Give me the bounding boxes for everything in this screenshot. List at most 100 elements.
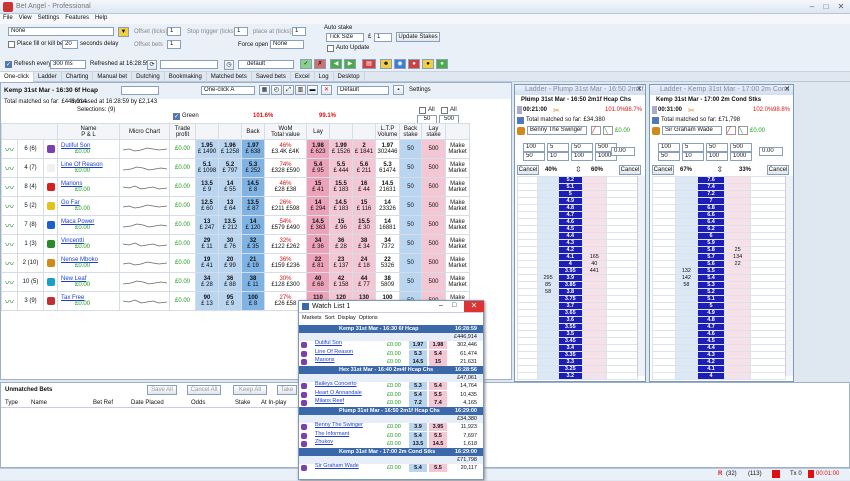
watch-lay-price[interactable]: 5.5 (429, 390, 447, 399)
keep-all-button[interactable]: Keep All (233, 385, 267, 395)
ladder-stake-alt-3[interactable]: 1000 (730, 152, 752, 161)
lay-stake-cell[interactable]: 500 (421, 158, 446, 178)
watch-runner-name[interactable]: Baileys Concerto (315, 380, 357, 388)
watch-lay-price[interactable]: 1.98 (429, 341, 447, 350)
ladder-back-cell[interactable] (674, 358, 699, 366)
lay-price-cell[interactable]: 1.98 £ 623 (306, 139, 330, 159)
ladder-center-icon[interactable]: ⇳ (717, 165, 724, 174)
ladder-stake-0[interactable]: 100 (658, 143, 680, 152)
place-at-input[interactable]: 1 (292, 27, 306, 36)
ladder-scrollbar[interactable] (637, 176, 645, 376)
grid-icon[interactable]: ▦ (259, 85, 270, 95)
ladder-lay-cell[interactable] (581, 218, 607, 226)
coin-icon[interactable]: ● (422, 59, 434, 69)
lay-price-cell[interactable]: 15 £ 96 (329, 215, 353, 235)
back-stake-cell[interactable]: 50 (399, 234, 422, 254)
ladder-back-cell[interactable] (537, 358, 559, 366)
close-icon[interactable]: ✕ (835, 2, 847, 12)
ladder-lay-cell[interactable] (723, 176, 752, 184)
ladder-cancel-back-button[interactable]: Cancel (517, 165, 539, 175)
back-price-cell[interactable]: 1.96 £ 1258 (218, 139, 242, 159)
ladder-lay-cell[interactable] (581, 274, 607, 282)
ladder-back-cell[interactable] (537, 232, 559, 240)
tick-icon[interactable]: ✓ (300, 59, 312, 69)
back-price-cell[interactable]: 13.5 £ 9 (195, 177, 219, 197)
tab-charting[interactable]: Charting (62, 72, 94, 82)
back-price-cell[interactable]: 29 £ 11 (195, 234, 219, 254)
account-select[interactable] (160, 60, 218, 69)
ladder-lay-cell[interactable] (723, 295, 752, 303)
ladder-stake-1[interactable]: 5 (547, 143, 569, 152)
ladder-scrollbar[interactable] (785, 176, 793, 376)
ladder-back-cell[interactable] (537, 302, 559, 310)
ladder-lay-cell[interactable] (723, 344, 752, 352)
tab-dutching[interactable]: Dutching (132, 72, 165, 82)
ladder-back-cell[interactable] (537, 344, 559, 352)
runner-chart-icon[interactable]: 〰 (5, 221, 14, 231)
clock-icon[interactable]: ◷ (224, 60, 234, 70)
ladder-lay-cell[interactable] (581, 204, 607, 212)
profile-select[interactable]: default (238, 60, 294, 69)
back-price-cell[interactable]: 38 £ 11 (241, 272, 265, 292)
ladder-lay-cell[interactable] (581, 309, 607, 317)
watch-back-price[interactable]: 1.97 (409, 341, 427, 350)
ladder-lay-cell[interactable] (581, 351, 607, 359)
lay-price-cell[interactable]: 14 £ 294 (306, 196, 330, 216)
runner-chart-icon[interactable]: 〰 (5, 278, 14, 288)
watch-market-header[interactable]: Kemp 31st Mar - 16:30 6f Hcap 16:28:59 (299, 325, 483, 334)
ladder-back-cell[interactable] (674, 232, 699, 240)
back-price-cell[interactable]: 13.5 £ 87 (241, 196, 265, 216)
ladder-back-cell[interactable] (674, 190, 699, 198)
watch-back-price[interactable]: 5.4 (409, 464, 427, 473)
ladder-back-cell[interactable] (674, 204, 699, 212)
fill-kill-checkbox[interactable] (8, 41, 15, 48)
make-market-button[interactable]: Make Market (445, 158, 470, 178)
ladder-back-cell[interactable]: 85 (537, 281, 559, 289)
ladder-back-cell[interactable] (537, 351, 559, 359)
back-price-cell[interactable]: 5.1 £ 1098 (195, 158, 219, 178)
save-all-button[interactable]: Save All (147, 385, 177, 395)
ladder-lay-cell[interactable]: 134 (723, 253, 752, 261)
market-select[interactable] (121, 86, 159, 95)
ladder-back-cell[interactable] (674, 337, 699, 345)
lay-stake-cell[interactable]: 500 (421, 177, 446, 197)
ladder-stake-alt-2[interactable]: 100 (706, 152, 728, 161)
refresh-checkbox[interactable]: ✓ (5, 61, 12, 68)
refresh-icon[interactable]: ⟳ (147, 60, 157, 70)
ladder-back-cell[interactable] (537, 239, 559, 247)
ladder-lay-cell[interactable]: 165 (581, 253, 607, 261)
watch-back-price[interactable]: 3.9 (409, 423, 427, 432)
lay-price-cell[interactable]: 40 £ 68 (306, 272, 330, 292)
lay-price-cell[interactable]: 14.5 £ 183 (329, 196, 353, 216)
ladder-lay-cell[interactable] (723, 330, 752, 338)
ladder-lay-cell[interactable] (723, 232, 752, 240)
ladder-back-cell[interactable] (674, 316, 699, 324)
ladder-lay-cell[interactable] (581, 302, 607, 310)
watch-minimize-icon[interactable]: – (439, 302, 443, 309)
stopwatch-icon[interactable]: ◴ (271, 85, 282, 95)
ladder-back-cell[interactable] (537, 295, 559, 303)
runner-chart-icon[interactable]: 〰 (5, 259, 14, 269)
back-arrow-icon[interactable]: ◀ (330, 59, 342, 69)
make-market-button[interactable]: Make Market (445, 234, 470, 254)
menu-features[interactable]: Features (62, 14, 92, 22)
ladder-back-cell[interactable] (674, 309, 699, 317)
back-stake-cell[interactable]: 50 (399, 196, 422, 216)
ladder-back-cell[interactable] (537, 337, 559, 345)
ladder-back-cell[interactable]: 58 (537, 288, 559, 296)
lay-price-cell[interactable]: 34 £ 36 (306, 234, 330, 254)
watch-back-price[interactable]: 5.4 (409, 390, 427, 399)
ladder-lay-cell[interactable] (723, 288, 752, 296)
ladder-back-cell[interactable] (537, 316, 559, 324)
watch-runner-name[interactable]: Marions (315, 356, 335, 364)
ladder-back-cell[interactable] (674, 211, 699, 219)
ladder-lay-cell[interactable] (581, 183, 607, 191)
save-profile-icon[interactable]: ▪ (393, 85, 404, 95)
forward-arrow-icon[interactable]: ▶ (344, 59, 356, 69)
ladder-lay-cell[interactable] (723, 302, 752, 310)
ladder-back-cell[interactable]: 132 (674, 267, 699, 275)
runner-chart-icon[interactable]: 〰 (5, 297, 14, 307)
ladder-lay-cell[interactable] (581, 211, 607, 219)
ladder-runner-select[interactable]: Benny The Swinger (527, 126, 587, 135)
ladder-stake-2[interactable]: 50 (571, 143, 593, 152)
